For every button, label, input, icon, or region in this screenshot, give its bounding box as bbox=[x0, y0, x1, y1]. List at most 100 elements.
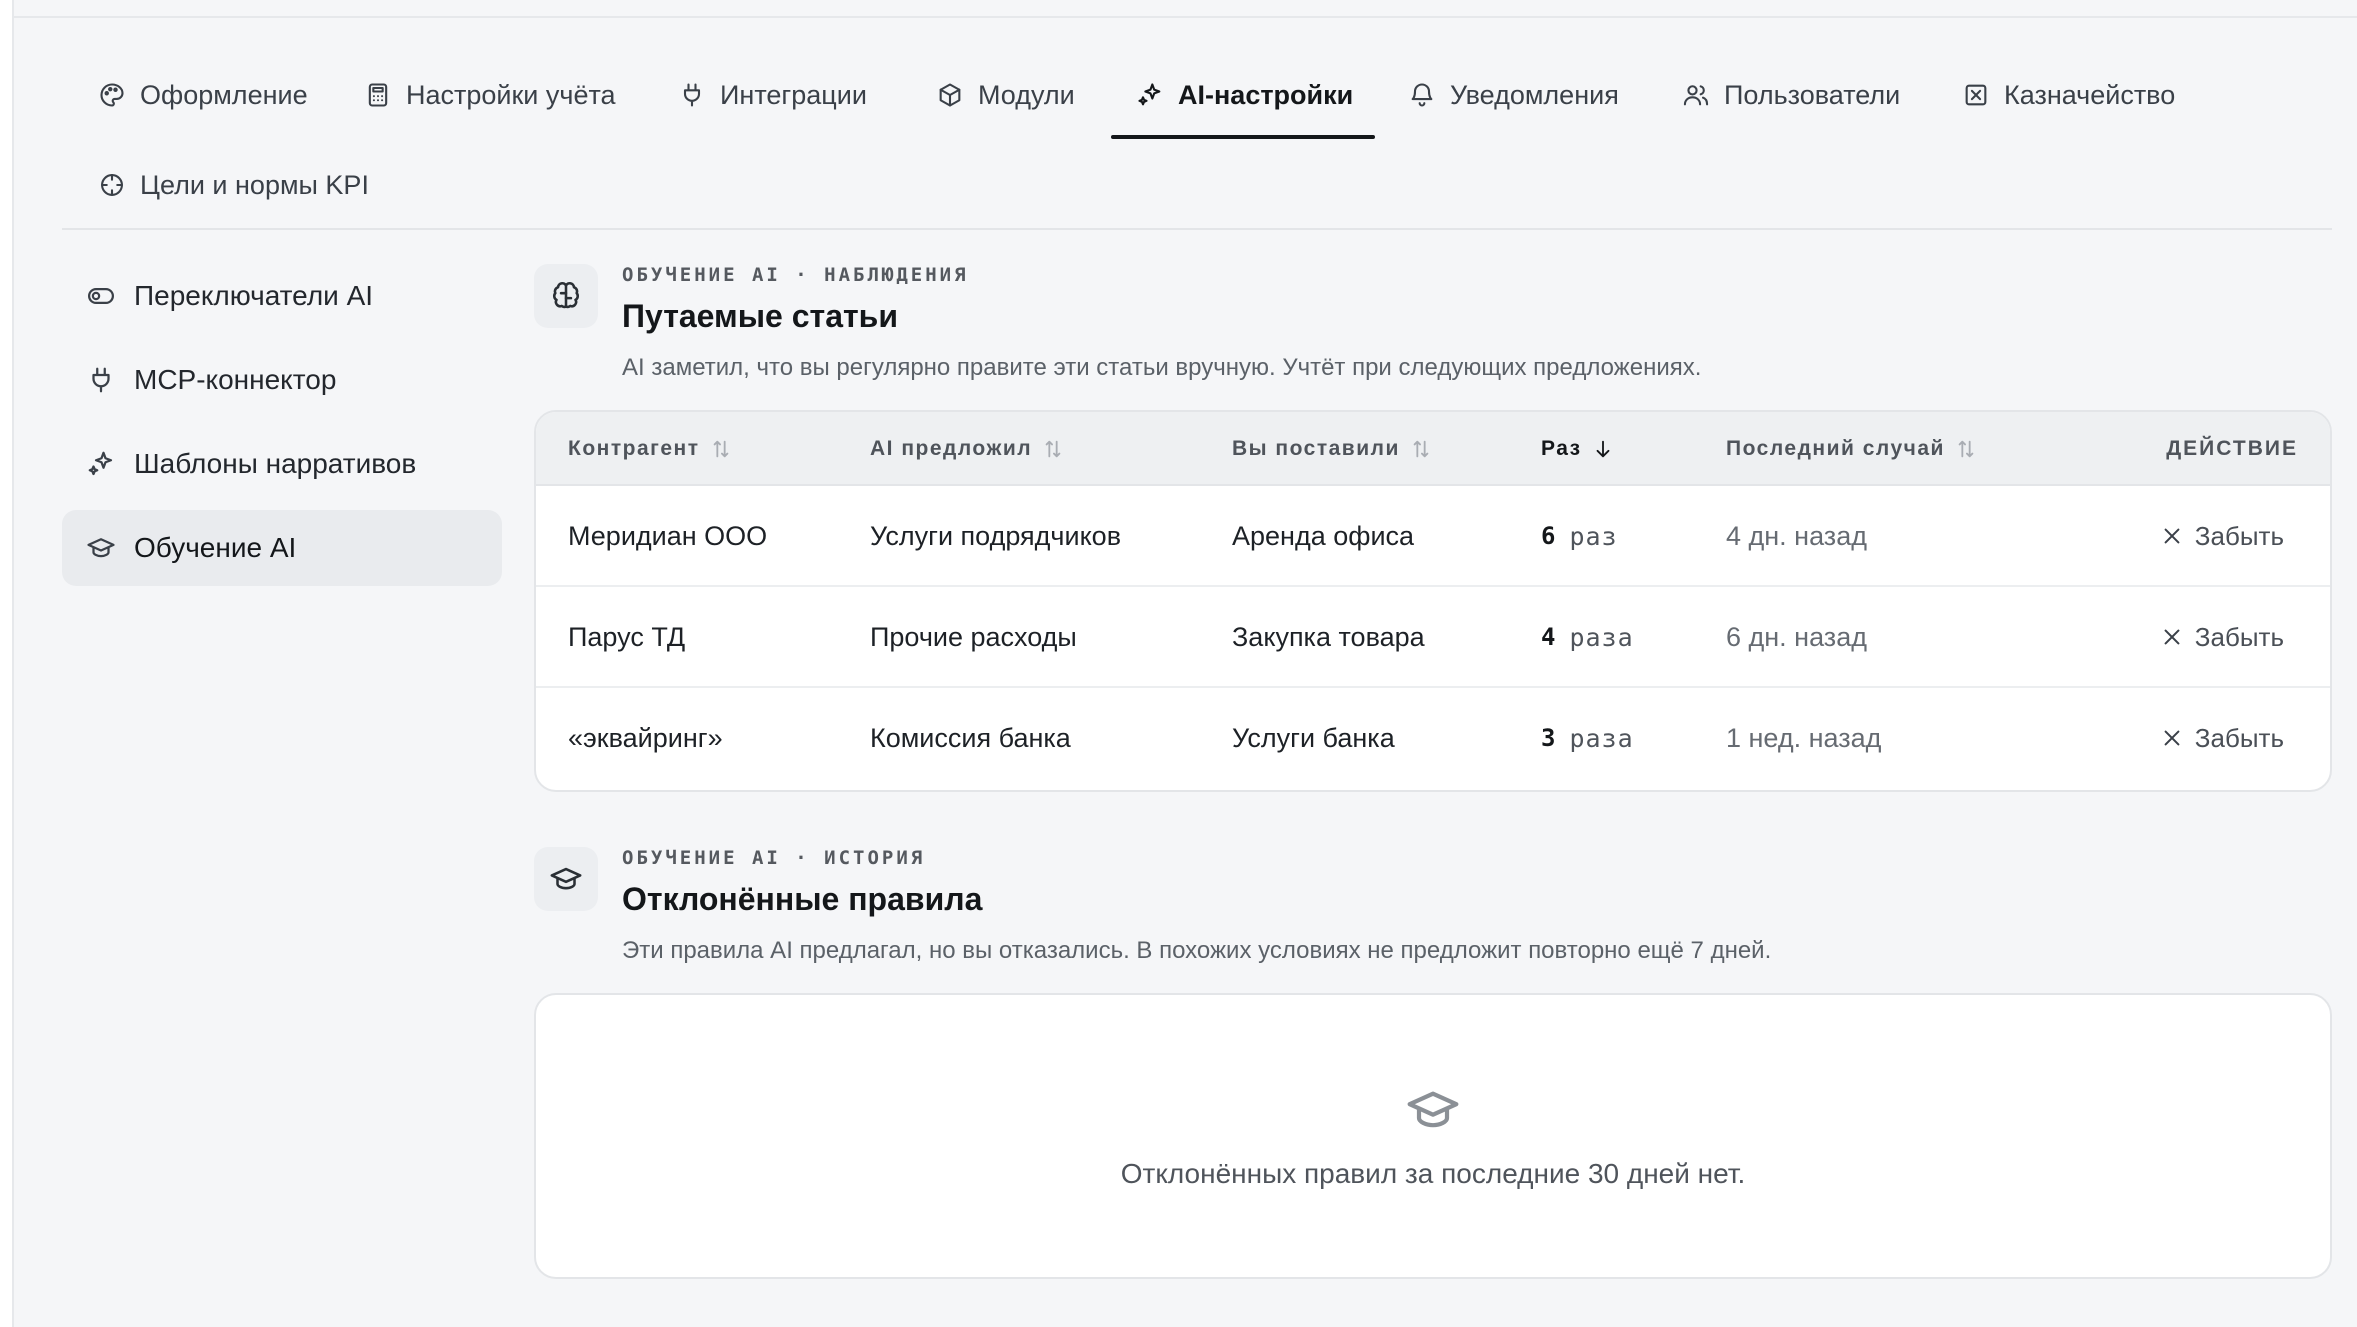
target-icon bbox=[101, 174, 123, 196]
cell-last-case: 6 дн. назад bbox=[1726, 621, 1867, 652]
sidebar-item-label: Шаблоны нарративов bbox=[134, 448, 417, 479]
column-label: Вы поставили bbox=[1232, 437, 1400, 460]
plug-icon bbox=[92, 367, 110, 393]
sparkles-icon bbox=[88, 451, 113, 476]
tab-label: Пользователи bbox=[1724, 79, 1901, 110]
cell-ai-suggested: Комиссия банка bbox=[870, 722, 1071, 753]
tab-modules[interactable]: Модули bbox=[936, 50, 1075, 140]
col-times-header[interactable]: Раз bbox=[1541, 412, 1614, 486]
table-row: Парус ТД Прочие расходы Закупка товара 4… bbox=[536, 587, 2330, 688]
graduation-cap-icon bbox=[87, 538, 115, 558]
col-you-set-header[interactable]: Вы поставили bbox=[1232, 412, 1432, 486]
tab-label: Уведомления bbox=[1450, 79, 1619, 110]
forget-button[interactable]: Забыть bbox=[2161, 486, 2284, 586]
cell-last-case: 4 дн. назад bbox=[1726, 520, 1867, 551]
column-label: Последний случай bbox=[1726, 437, 1945, 460]
treasury-icon bbox=[1965, 84, 1987, 106]
calculator-icon bbox=[368, 83, 388, 107]
brain-icon bbox=[552, 281, 580, 309]
tab-integrations[interactable]: Интеграции bbox=[678, 50, 867, 140]
sort-icon bbox=[1045, 440, 1061, 458]
times-unit: раза bbox=[1569, 622, 1634, 652]
cell-times: 3 раза bbox=[1541, 688, 1634, 788]
settings-sidebar: Переключатели AI MCP-коннектор Шаблоны н… bbox=[62, 258, 502, 594]
sort-icon bbox=[713, 440, 728, 458]
forget-label: Забыть bbox=[2194, 722, 2284, 753]
tab-label: Настройки учёта bbox=[406, 79, 616, 110]
sort-icon bbox=[1413, 440, 1429, 458]
cell-ai-suggested: Прочие расходы bbox=[870, 621, 1077, 652]
tab-label: Цели и нормы KPI bbox=[140, 169, 369, 200]
col-last-case-header[interactable]: Последний случай bbox=[1726, 412, 1977, 486]
times-count: 4 bbox=[1541, 623, 1556, 651]
cell-times: 4 раза bbox=[1541, 587, 1634, 687]
tab-label: Оформление bbox=[140, 79, 308, 110]
close-icon bbox=[2164, 730, 2180, 746]
arrow-down-icon bbox=[1596, 440, 1610, 458]
cell-ai-suggested: Услуги подрядчиков bbox=[870, 520, 1122, 551]
col-action-header: ДЕЙСТВИЕ bbox=[2166, 437, 2298, 460]
section-description: Эти правила AI предлагал, но вы отказали… bbox=[622, 937, 1772, 964]
tab-kpi-goals[interactable]: Цели и нормы KPI bbox=[98, 140, 369, 230]
sidebar-item-narrative-templates[interactable]: Шаблоны нарративов bbox=[62, 426, 502, 502]
times-count: 6 bbox=[1541, 522, 1556, 550]
table-header: Контрагент AI предложил Вы поставили Раз… bbox=[536, 412, 2330, 486]
table-row: «эквайринг» Комиссия банка Услуги банка … bbox=[536, 688, 2330, 789]
col-counterparty-header[interactable]: Контрагент bbox=[568, 412, 732, 486]
section-title: Путаемые статьи bbox=[622, 298, 898, 334]
tab-label: Модули bbox=[978, 79, 1075, 110]
plug-icon bbox=[683, 83, 701, 107]
cell-counterparty: Меридиан ООО bbox=[568, 520, 768, 551]
toggle-icon bbox=[88, 288, 114, 304]
cell-last-case: 1 нед. назад bbox=[1726, 722, 1882, 753]
cell-counterparty: «эквайринг» bbox=[568, 722, 723, 753]
column-label: Контрагент bbox=[568, 437, 700, 460]
tab-label: Казначейство bbox=[2004, 79, 2176, 110]
empty-state-text: Отклонённых правил за последние 30 дней … bbox=[1120, 1158, 1746, 1189]
sort-icon bbox=[1958, 440, 1974, 458]
cell-you-set: Аренда офиса bbox=[1232, 520, 1415, 551]
section-icon bbox=[534, 847, 598, 911]
users-icon bbox=[1683, 85, 1709, 106]
forget-button[interactable]: Забыть bbox=[2161, 688, 2284, 788]
forget-label: Забыть bbox=[2194, 520, 2284, 551]
close-icon bbox=[2164, 629, 2180, 645]
col-ai-suggested-header[interactable]: AI предложил bbox=[870, 412, 1064, 486]
confused-articles-table: Контрагент AI предложил Вы поставили Раз… bbox=[534, 410, 2332, 792]
cell-times: 6 раз bbox=[1541, 486, 1618, 586]
cell-you-set: Услуги банка bbox=[1232, 722, 1395, 753]
tab-ai-settings[interactable]: AI-настройки bbox=[1136, 50, 1353, 140]
forget-button[interactable]: Забыть bbox=[2161, 587, 2284, 687]
tabs-divider bbox=[62, 228, 2332, 230]
tab-users[interactable]: Пользователи bbox=[1682, 50, 1900, 140]
table-row: Меридиан ООО Услуги подрядчиков Аренда о… bbox=[536, 486, 2330, 587]
tab-accounting-settings[interactable]: Настройки учёта bbox=[364, 50, 616, 140]
section-eyebrow: ОБУЧЕНИЕ AI · НАБЛЮДЕНИЯ bbox=[622, 264, 969, 286]
times-unit: раза bbox=[1569, 723, 1634, 753]
box-icon bbox=[939, 83, 961, 107]
cell-counterparty: Парус ТД bbox=[568, 621, 686, 652]
column-label: Раз bbox=[1541, 437, 1582, 460]
cell-you-set: Закупка товара bbox=[1232, 621, 1425, 652]
graduation-cap-icon bbox=[1407, 1091, 1459, 1128]
sidebar-item-ai-toggles[interactable]: Переключатели AI bbox=[62, 258, 502, 334]
tab-notifications[interactable]: Уведомления bbox=[1408, 50, 1619, 140]
section-eyebrow: ОБУЧЕНИЕ AI · ИСТОРИЯ bbox=[622, 847, 926, 869]
sidebar-item-label: Обучение AI bbox=[134, 532, 297, 563]
active-tab-indicator bbox=[1111, 135, 1375, 139]
tab-treasury[interactable]: Казначейство bbox=[1962, 50, 2175, 140]
top-border bbox=[14, 0, 2357, 18]
section-title: Отклонённые правила bbox=[622, 881, 983, 917]
sidebar-item-ai-training[interactable]: Обучение AI bbox=[62, 510, 502, 586]
times-count: 3 bbox=[1541, 724, 1556, 752]
section-description: AI заметил, что вы регулярно правите эти… bbox=[622, 354, 1702, 381]
graduation-cap-icon bbox=[550, 867, 582, 890]
rejected-rules-empty-state: Отклонённых правил за последние 30 дней … bbox=[534, 993, 2332, 1279]
sidebar-item-label: Переключатели AI bbox=[134, 280, 374, 311]
forget-label: Забыть bbox=[2194, 621, 2284, 652]
sidebar-item-mcp-connector[interactable]: MCP-коннектор bbox=[62, 342, 502, 418]
tab-appearance[interactable]: Оформление bbox=[98, 50, 308, 140]
column-label: AI предложил bbox=[870, 437, 1033, 460]
sparkles-icon bbox=[1138, 83, 1161, 106]
tab-label: AI-настройки bbox=[1178, 79, 1354, 110]
